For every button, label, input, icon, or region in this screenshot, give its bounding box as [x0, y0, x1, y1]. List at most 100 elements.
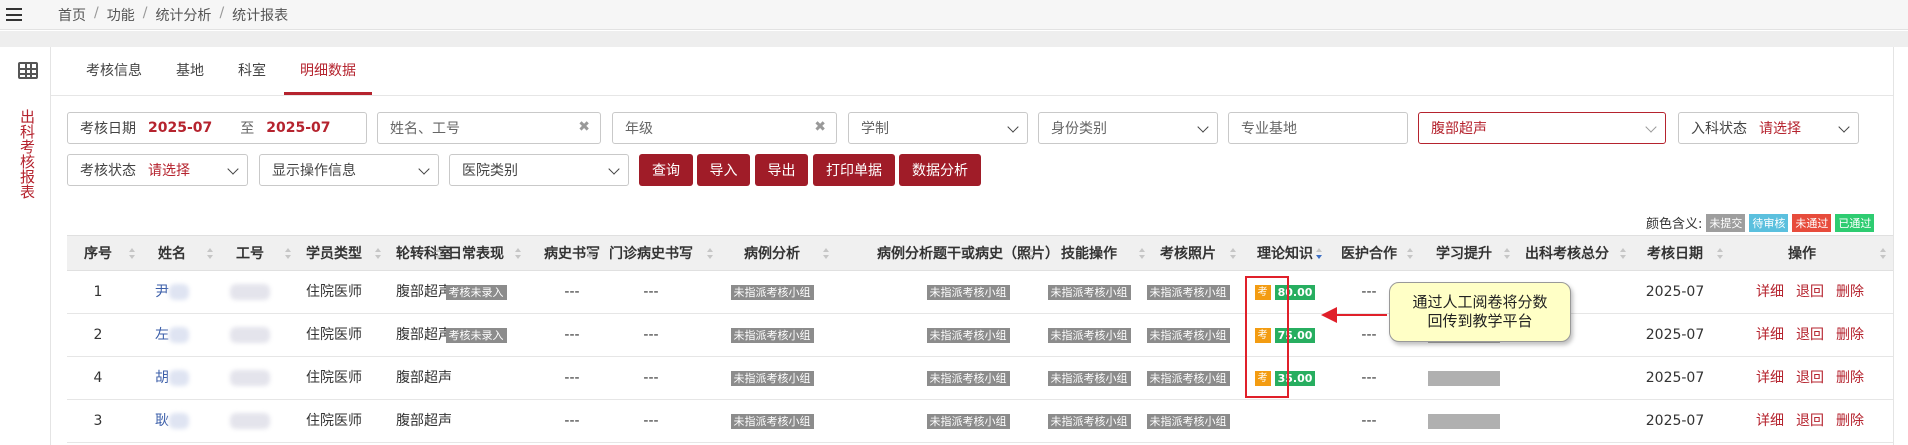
exam-status-select[interactable]: 考核状态 请选择 — [67, 154, 248, 186]
cell-outpatient: --- — [595, 271, 707, 314]
sort-icon[interactable] — [823, 248, 829, 260]
col-header[interactable]: 考核日期 — [1630, 236, 1720, 272]
return-link[interactable]: 退回 — [1796, 413, 1824, 429]
delete-link[interactable]: 删除 — [1836, 327, 1864, 343]
col-header[interactable]: 姓名 — [137, 236, 207, 272]
legend-pending: 待审核 — [1749, 213, 1789, 232]
print-button[interactable]: 打印单据 — [813, 154, 895, 186]
sort-icon[interactable] — [1316, 248, 1322, 260]
show-ops-label: 显示操作信息 — [272, 163, 356, 179]
breadcrumb-item[interactable]: 功能 — [107, 5, 135, 25]
col-header[interactable]: 序号 — [67, 236, 129, 272]
cell-name[interactable]: 胡 — [137, 357, 207, 400]
delete-link[interactable]: 删除 — [1836, 370, 1864, 386]
sort-icon[interactable] — [1230, 248, 1236, 260]
cell-daily — [443, 400, 509, 443]
detail-link[interactable]: 详细 — [1756, 370, 1784, 386]
detail-link[interactable]: 详细 — [1756, 327, 1784, 343]
table-row: 3 耿住院医师 腹部超声 --- --- 未指派考核小组 未指派考核小组 未指派考核小组 未指派… — [67, 400, 1893, 443]
department-select[interactable]: 腹部超声 — [1418, 112, 1666, 144]
date-start[interactable]: 2025-07 — [148, 120, 212, 136]
query-button[interactable]: 查询 — [639, 154, 693, 186]
import-button[interactable]: 导入 — [697, 154, 750, 186]
tab-detail-data[interactable]: 明细数据 — [284, 47, 372, 95]
sort-icon[interactable] — [435, 248, 441, 260]
return-link[interactable]: 退回 — [1796, 284, 1824, 300]
delete-link[interactable]: 删除 — [1836, 284, 1864, 300]
sort-icon[interactable] — [1028, 248, 1034, 260]
outpatient-value: --- — [643, 413, 659, 429]
data-analysis-button[interactable]: 数据分析 — [899, 154, 981, 186]
exam-date: 2025-07 — [1645, 413, 1705, 429]
major-base-input[interactable]: 专业基地 — [1228, 112, 1408, 144]
col-header[interactable]: 医护合作 — [1329, 236, 1409, 272]
table-icon[interactable] — [18, 62, 38, 79]
cell-name[interactable]: 耿 — [137, 400, 207, 443]
sort-icon[interactable] — [207, 248, 213, 260]
return-link[interactable]: 退回 — [1796, 370, 1824, 386]
col-header[interactable]: 工号 — [215, 236, 285, 272]
return-link[interactable]: 退回 — [1796, 327, 1824, 343]
detail-link[interactable]: 详细 — [1756, 284, 1784, 300]
grade-input[interactable]: 年级 ✖ — [612, 112, 837, 144]
blurred-name — [169, 370, 189, 386]
learning-bar — [1428, 370, 1500, 386]
tab-department[interactable]: 科室 — [222, 47, 282, 95]
detail-link[interactable]: 详细 — [1756, 413, 1784, 429]
col-header[interactable]: 学员类型 — [293, 236, 375, 272]
row-number: 4 — [93, 370, 103, 386]
cell-date: 2025-07 — [1630, 314, 1720, 357]
col-header[interactable]: 出科考核总分 — [1512, 236, 1622, 272]
delete-link[interactable]: 删除 — [1836, 413, 1864, 429]
col-header[interactable]: 技能操作 — [1044, 236, 1134, 272]
schooling-select[interactable]: 学制 — [848, 112, 1028, 144]
enroll-status-select[interactable]: 入科状态 请选择 — [1678, 112, 1859, 144]
sort-icon[interactable] — [129, 248, 135, 260]
date-end[interactable]: 2025-07 — [266, 120, 330, 136]
cell-id — [215, 314, 285, 357]
date-range-field[interactable]: 考核日期 2025-07 至 2025-07 — [67, 112, 367, 144]
student-name[interactable]: 左 — [155, 327, 169, 343]
sort-icon[interactable] — [587, 248, 593, 260]
cell-name[interactable]: 左 — [137, 314, 207, 357]
breadcrumb-sep: / — [219, 4, 225, 21]
col-header[interactable]: 病例分析 — [727, 236, 817, 272]
sort-icon[interactable] — [1717, 248, 1723, 260]
sort-icon[interactable] — [375, 248, 381, 260]
breadcrumb-item[interactable]: 统计分析 — [155, 5, 211, 25]
sort-icon[interactable] — [1504, 248, 1510, 260]
tab-base[interactable]: 基地 — [160, 47, 220, 95]
student-name[interactable]: 耿 — [155, 413, 169, 429]
student-name[interactable]: 胡 — [155, 370, 169, 386]
callout-note: 通过人工阅卷将分数 回传到教学平台 — [1389, 282, 1571, 342]
col-header[interactable]: 学习提升 — [1419, 236, 1509, 272]
tab-exam-info[interactable]: 考核信息 — [70, 47, 158, 95]
sort-icon[interactable] — [285, 248, 291, 260]
col-header[interactable]: 考核照片 — [1143, 236, 1233, 272]
col-header[interactable]: 门诊病史书写 — [595, 236, 707, 272]
case-photo-status-tag: 未指派考核小组 — [926, 413, 1010, 429]
hospital-type-select[interactable]: 医院类别 — [449, 154, 629, 186]
hospital-type-label: 医院类别 — [462, 163, 518, 179]
menu-icon[interactable] — [6, 8, 22, 21]
sort-icon[interactable] — [1407, 248, 1413, 260]
top-bar: 首页 / 功能 / 统计分析 / 统计报表 — [0, 0, 1908, 30]
case-photo-status-tag: 未指派考核小组 — [926, 327, 1010, 343]
sort-icon[interactable] — [707, 248, 713, 260]
clear-icon[interactable]: ✖ — [578, 119, 590, 135]
clear-icon[interactable]: ✖ — [814, 119, 826, 135]
cell-name[interactable]: 尹 — [137, 271, 207, 314]
cell-type: 住院医师 — [293, 400, 375, 443]
name-search-input[interactable]: 姓名、工号 ✖ — [377, 112, 601, 144]
show-ops-select[interactable]: 显示操作信息 — [259, 154, 439, 186]
sort-icon[interactable] — [1880, 248, 1886, 260]
breadcrumb-item[interactable]: 首页 — [58, 5, 86, 25]
sort-icon[interactable] — [515, 248, 521, 260]
export-button[interactable]: 导出 — [755, 154, 808, 186]
col-header[interactable]: 日常表现 — [443, 236, 509, 272]
identity-select[interactable]: 身份类别 — [1038, 112, 1218, 144]
student-name[interactable]: 尹 — [155, 284, 169, 300]
sort-icon[interactable] — [1620, 248, 1626, 260]
chevron-down-icon — [608, 163, 620, 175]
history-value: --- — [564, 327, 580, 343]
